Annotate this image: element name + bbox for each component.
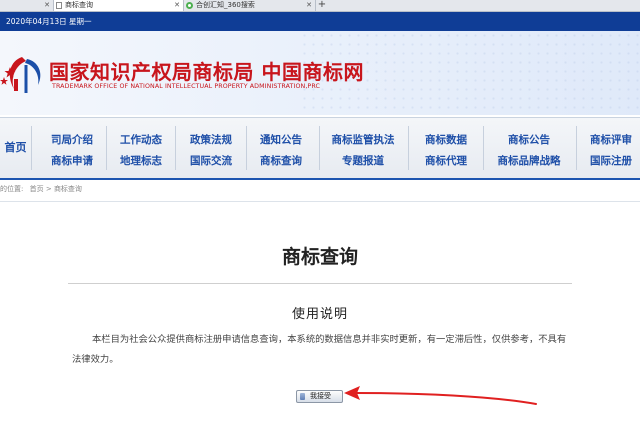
nav-bureau-intro[interactable]: 司局介绍 [51,132,93,147]
nav-brand-strategy[interactable]: 商标品牌战略 [498,153,561,168]
browser-tab-strip: ✕ 商标查询 ✕ 合创汇知_360搜索 ✕ + [0,0,640,12]
breadcrumb-separator: > [45,185,52,193]
nav-divider [31,126,32,170]
nav-trademark-review[interactable]: 商标评审 [590,132,632,147]
nav-divider [106,126,107,170]
nav-notices[interactable]: 通知公告 [260,132,302,147]
current-date: 2020年04月13日 星期一 [6,17,92,26]
main-nav: 首页 司局介绍 商标申请 工作动态 地理标志 政策法规 国际交流 通知公告 商标… [0,117,640,180]
nav-work-news[interactable]: 工作动态 [120,132,162,147]
nav-trademark-application[interactable]: 商标申请 [51,153,93,168]
nav-divider [576,126,577,170]
360-search-icon [186,1,193,9]
nav-geographical-indications[interactable]: 地理标志 [120,153,162,168]
title-divider [68,283,572,284]
tab-label: 合创汇知_360搜索 [196,1,255,9]
notice-text: 本栏目为社会公众提供商标注册申请信息查询，本系统的数据信息并非实时更新，有一定滞… [72,334,567,365]
breadcrumb-home-link[interactable]: 首页 [30,185,44,193]
close-icon[interactable]: ✕ [174,0,180,11]
annotation-arrow-icon [344,386,537,405]
close-icon[interactable]: ✕ [306,0,312,11]
nav-special-reports[interactable]: 专题报道 [342,153,384,168]
date-bar: 2020年04月13日 星期一 [0,12,640,31]
site-subtitle: TRADEMARK OFFICE OF NATIONAL INTELLECTUA… [52,83,320,90]
nav-trademark-agency[interactable]: 商标代理 [425,153,467,168]
notice-title: 使用说明 [291,307,348,322]
nav-divider [175,126,176,170]
new-tab-button[interactable]: + [316,0,328,11]
divider [0,201,640,202]
accept-button[interactable]: 我接受 [296,390,343,403]
page-title: 商标查询 [281,246,358,268]
browser-tab-360-search[interactable]: 合创汇知_360搜索 ✕ [184,0,316,11]
nav-divider [319,126,320,170]
nav-trademark-query[interactable]: 商标查询 [260,153,302,168]
site-banner: 国家知识产权局商标局 中国商标网 TRADEMARK OFFICE OF NAT… [0,31,640,115]
tab-label: 商标查询 [65,1,93,9]
nav-divider [408,126,409,170]
breadcrumb: 的位置: 首页 > 商标查询 [0,183,640,195]
nav-divider [246,126,247,170]
browser-tab-1[interactable]: ✕ [0,0,54,11]
page-icon [56,1,62,9]
nav-policies-regulations[interactable]: 政策法规 [190,132,232,147]
nav-divider [483,126,484,170]
nav-international-exchange[interactable]: 国际交流 [190,153,232,168]
breadcrumb-current: 商标查询 [53,185,82,193]
browser-tab-trademark-query[interactable]: 商标查询 ✕ [54,0,184,11]
breadcrumb-prefix: 的位置: [0,185,24,193]
button-icon [300,393,305,400]
site-title: 国家知识产权局商标局 中国商标网 [49,60,364,84]
nav-home[interactable]: 首页 [0,118,31,178]
nav-international-registration[interactable]: 国际注册 [590,153,632,168]
close-icon[interactable]: ✕ [44,0,50,11]
nav-trademark-data[interactable]: 商标数据 [425,132,467,147]
trademark-office-logo-icon [0,57,41,93]
nav-trademark-enforcement[interactable]: 商标监管执法 [332,132,395,147]
accept-button-label: 我接受 [310,392,331,400]
nav-trademark-announcements[interactable]: 商标公告 [508,132,550,147]
